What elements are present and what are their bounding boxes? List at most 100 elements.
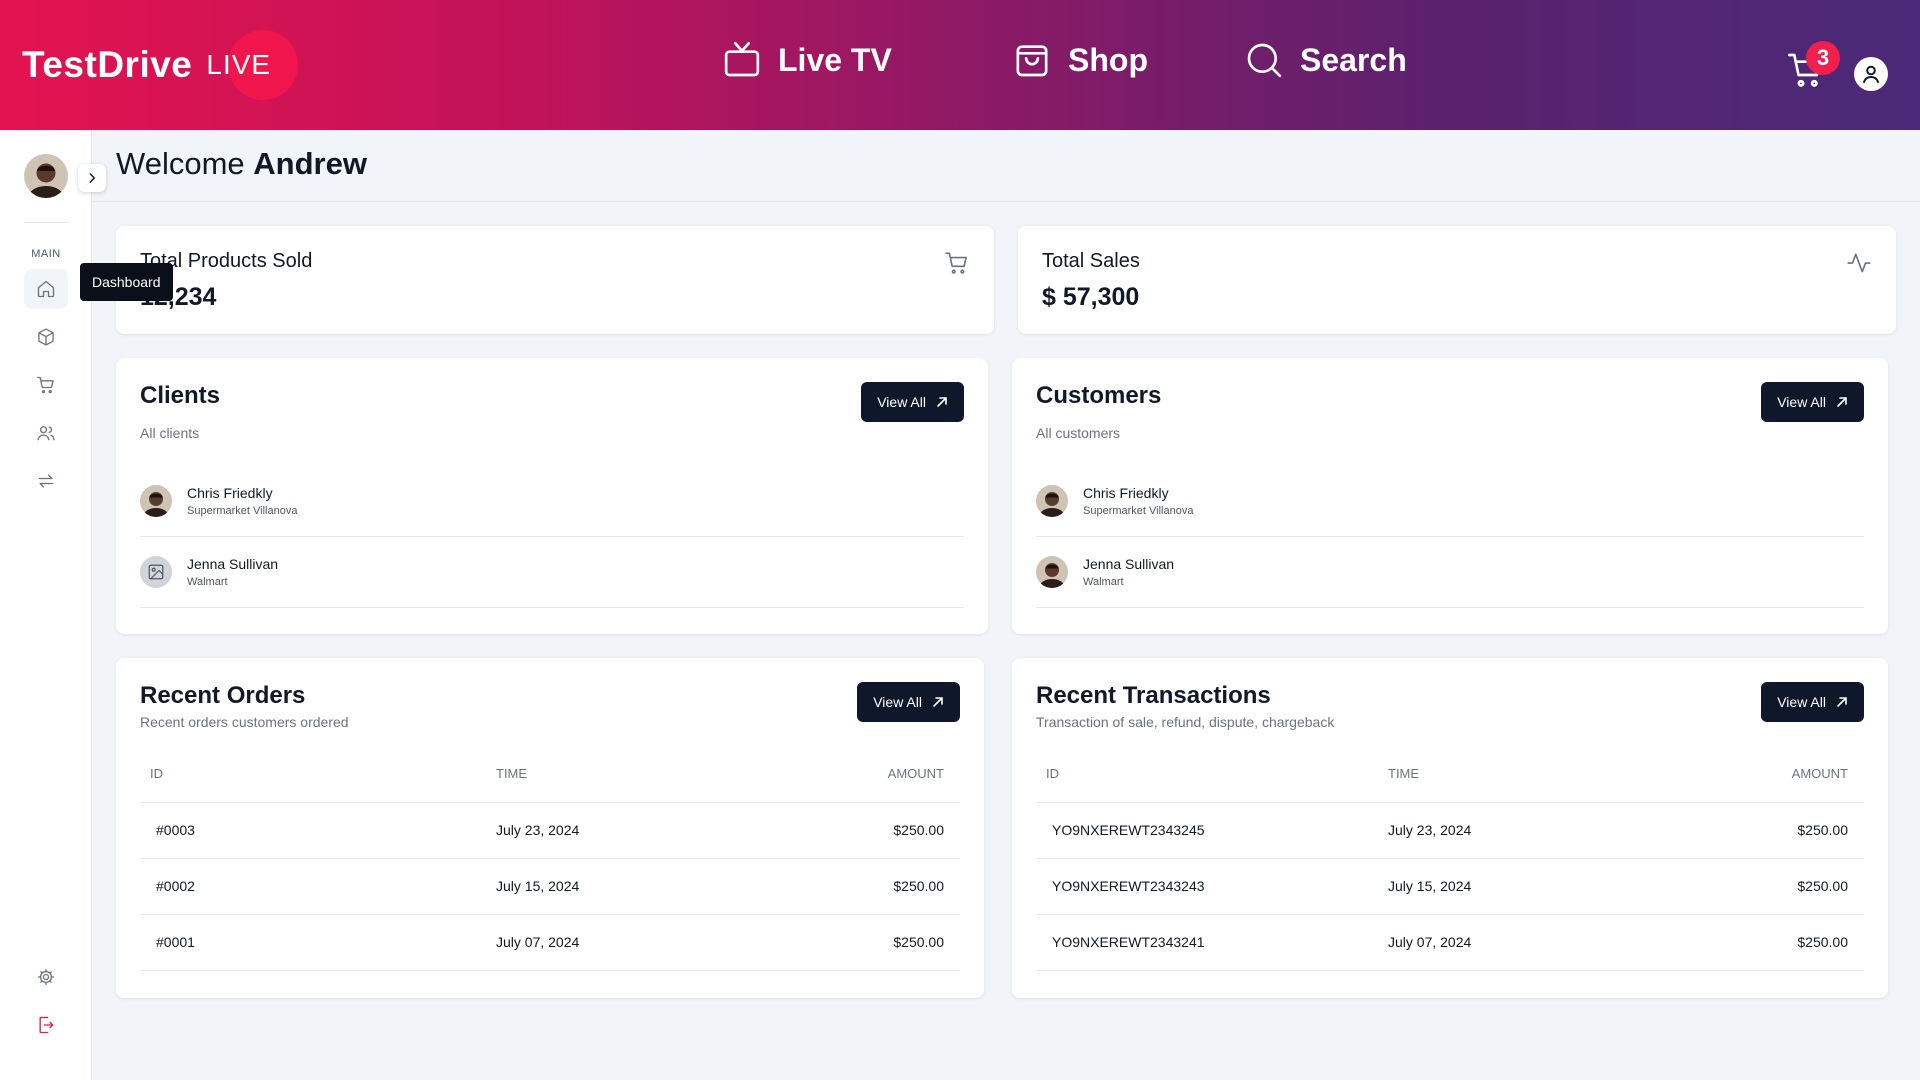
customers-subtitle: All customers [1036,425,1121,441]
tv-icon [724,42,760,77]
shopping-bag-icon [1016,45,1048,77]
logo[interactable]: TestDrive LIVE [22,30,306,100]
order-id: #0001 [140,914,496,971]
order-amount: $250.00 [796,802,960,859]
order-time: July 07, 2024 [496,914,796,971]
welcome-greeting: Welcome [116,146,245,181]
arrow-up-right-icon [937,397,947,407]
image-placeholder-icon [140,556,172,588]
orders-view-all-button[interactable]: View All [857,682,960,722]
order-amount: $250.00 [796,914,960,971]
sidebar-divider [24,222,68,223]
arrow-up-right-icon [1837,697,1847,707]
search-icon [1247,43,1282,78]
sidebar-item-logout[interactable] [24,1005,68,1045]
list-item[interactable]: Jenna Sullivan Walmart [1036,537,1864,608]
avatar [1036,556,1068,588]
tooltip-dashboard: Dashboard [80,263,173,301]
client-name: Chris Friedkly [187,485,273,501]
nav-shop[interactable]: Shop [1012,40,1148,80]
sidebar-item-settings[interactable] [24,957,68,997]
order-time: July 23, 2024 [496,802,796,859]
table-row[interactable]: YO9NXEREWT2343241 July 07, 2024 $250.00 [1036,914,1864,971]
transaction-time: July 15, 2024 [1388,858,1688,915]
sidebar-item-transfers[interactable] [24,461,68,501]
transaction-amount: $250.00 [1688,914,1864,971]
customers-view-all-button[interactable]: View All [1761,382,1864,422]
nav-live-tv[interactable]: Live TV [722,40,892,80]
table-row[interactable]: YO9NXEREWT2343245 July 23, 2024 $250.00 [1036,802,1864,859]
order-amount: $250.00 [796,858,960,915]
column-header-time: TIME [496,746,796,803]
sidebar-expand-button[interactable] [78,164,106,192]
list-item[interactable]: Chris Friedkly Supermarket Villanova [1036,466,1864,537]
stat-title: Total Sales [1042,250,1140,272]
stat-card-products-sold: Total Products Sold 12,234 [116,226,994,334]
home-icon [37,280,55,298]
avatar[interactable] [24,154,68,198]
column-header-amount: AMOUNT [796,746,960,803]
customers-title: Customers [1036,382,1162,409]
table-row[interactable]: YO9NXEREWT2343243 July 15, 2024 $250.00 [1036,858,1864,915]
orders-subtitle: Recent orders customers ordered [140,714,349,730]
transaction-id: YO9NXEREWT2343245 [1036,802,1388,859]
logo-live-text: LIVE [206,49,272,80]
transaction-time: July 07, 2024 [1388,914,1688,971]
table-row[interactable]: #0003 July 23, 2024 $250.00 [140,802,960,859]
users-icon [37,426,55,441]
orders-table: ID TIME AMOUNT #0003 July 23, 2024 $250.… [140,746,960,971]
transaction-amount: $250.00 [1688,858,1864,915]
sidebar-item-dashboard[interactable] [24,269,68,309]
order-time: July 15, 2024 [496,858,796,915]
recent-transactions-card: Recent Transactions Transaction of sale,… [1012,658,1888,998]
list-item[interactable]: Jenna Sullivan Walmart [140,537,964,608]
user-account-button[interactable] [1854,57,1888,91]
avatar [140,485,172,517]
activity-icon [1847,253,1871,273]
top-navigation-bar: TestDrive LIVE Live TV Shop Search 3 [0,0,1920,130]
cart-icon [945,252,968,274]
view-all-label: View All [877,394,926,410]
transaction-amount: $250.00 [1688,802,1864,859]
arrow-up-right-icon [933,697,943,707]
customer-organization: Walmart [1083,576,1124,588]
sidebar-item-products[interactable] [24,317,68,357]
avatar [1036,485,1068,517]
arrow-up-right-icon [1837,397,1847,407]
cart-icon [37,376,54,394]
logo-text: TestDrive [22,44,193,85]
clients-card: Clients All clients View All Chris Fried… [116,358,988,634]
transactions-subtitle: Transaction of sale, refund, dispute, ch… [1036,714,1335,730]
clients-subtitle: All clients [140,425,200,441]
clients-view-all-button[interactable]: View All [861,382,964,422]
sidebar-section-label: MAIN [31,248,61,260]
column-header-id: ID [1036,746,1388,803]
table-row[interactable]: #0002 July 15, 2024 $250.00 [140,858,960,915]
settings-icon [38,969,54,985]
page-title: Welcome Andrew [116,146,367,182]
table-row[interactable]: #0001 July 07, 2024 $250.00 [140,914,960,971]
table-header-row: ID TIME AMOUNT [1036,746,1864,803]
column-header-time: TIME [1388,746,1688,803]
customers-card: Customers All customers View All Chris F… [1012,358,1888,634]
view-all-label: View All [1777,394,1826,410]
sidebar: MAIN [0,130,92,1080]
table-header-row: ID TIME AMOUNT [140,746,960,803]
sidebar-item-users[interactable] [24,413,68,453]
client-organization: Supermarket Villanova [187,505,298,517]
logout-icon [39,1016,54,1034]
client-name: Jenna Sullivan [187,556,279,572]
transactions-title: Recent Transactions [1036,682,1271,709]
recent-orders-card: Recent Orders Recent orders customers or… [116,658,984,998]
column-header-id: ID [140,746,496,803]
view-all-label: View All [873,694,922,710]
sidebar-item-orders[interactable] [24,365,68,405]
list-item[interactable]: Chris Friedkly Supermarket Villanova [140,466,964,537]
transactions-table: ID TIME AMOUNT YO9NXEREWT2343245 July 23… [1036,746,1864,971]
client-organization: Walmart [187,576,228,588]
nav-search[interactable]: Search [1244,40,1407,80]
cart-count-badge: 3 [1806,41,1840,75]
chevron-right-icon [89,173,96,183]
customer-name: Chris Friedkly [1083,485,1169,501]
transactions-view-all-button[interactable]: View All [1761,682,1864,722]
